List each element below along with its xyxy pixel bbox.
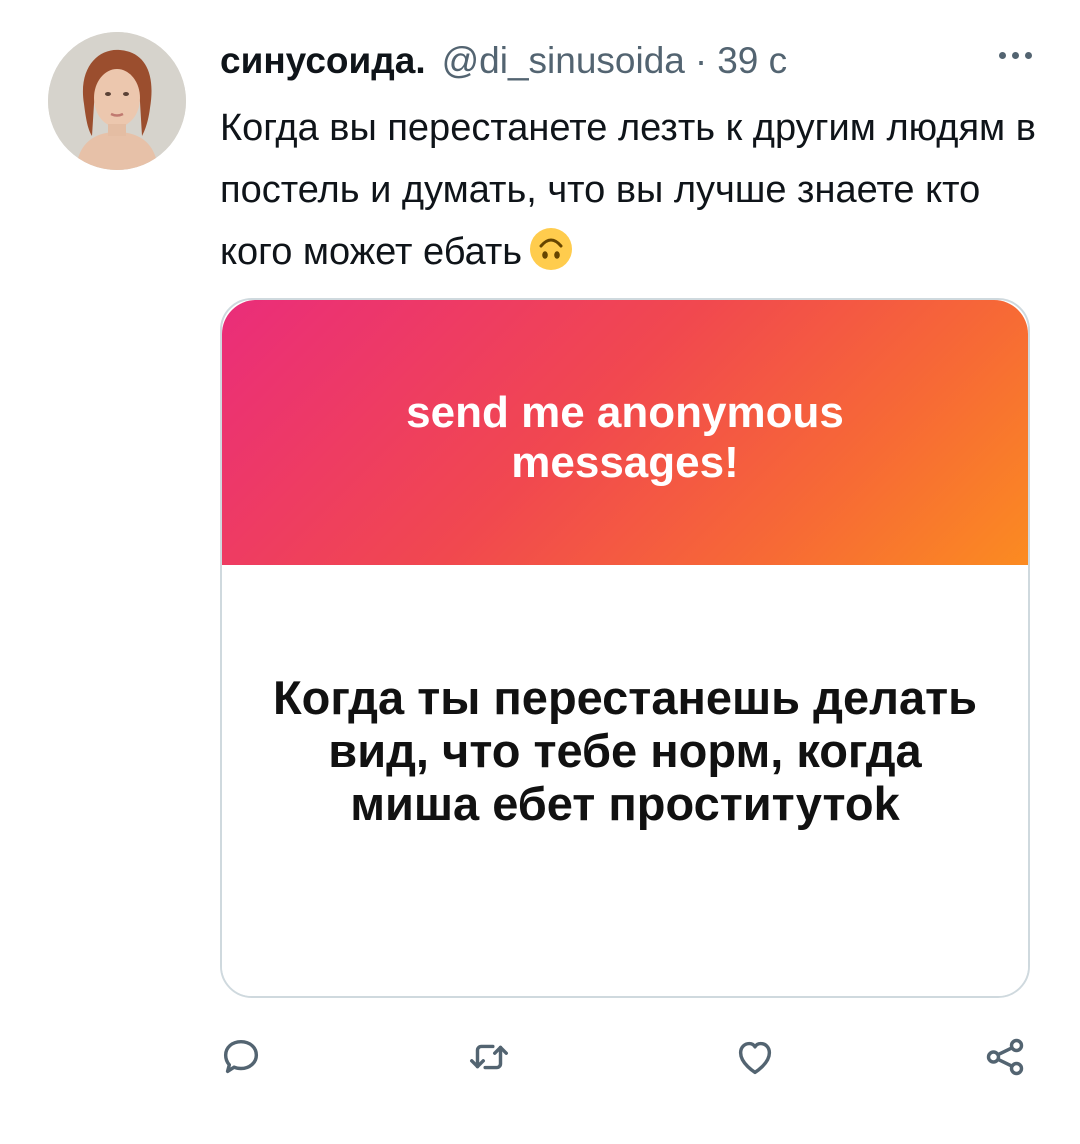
action-bar xyxy=(218,1034,1038,1084)
card-header-text: send me anonymous messages! xyxy=(406,388,844,487)
heart-icon[interactable] xyxy=(732,1034,778,1080)
avatar-portrait xyxy=(48,32,186,170)
media-card[interactable]: send me anonymous messages! Когда ты пер… xyxy=(220,298,1030,998)
timestamp[interactable]: 39 с xyxy=(717,38,787,84)
avatar[interactable] xyxy=(48,32,186,170)
anonymous-question-text: Когда ты перестанешь делать вид, что теб… xyxy=(272,671,977,830)
share-icon[interactable] xyxy=(982,1034,1028,1080)
tweet-text: Когда вы перестанете лезть к другим людя… xyxy=(220,97,1040,283)
tweet: синусоида. @di_sinusoida · 39 с Когда вы… xyxy=(0,0,1080,1144)
separator: · xyxy=(694,40,708,81)
card-header-gradient: send me anonymous messages! xyxy=(222,300,1028,565)
display-name[interactable]: синусоида. xyxy=(220,38,426,84)
handle[interactable]: @di_sinusoida xyxy=(442,38,685,84)
upside-down-face-icon xyxy=(528,226,574,272)
retweet-icon[interactable] xyxy=(466,1034,512,1080)
card-body: Когда ты перестанешь делать вид, что теб… xyxy=(222,565,1028,996)
tweet-header: синусоида. @di_sinusoida · 39 с xyxy=(220,38,787,84)
reply-icon[interactable] xyxy=(218,1034,264,1080)
more-options-icon[interactable] xyxy=(999,52,1032,59)
tweet-text-body: Когда вы перестанете лезть к другим людя… xyxy=(220,107,1036,273)
